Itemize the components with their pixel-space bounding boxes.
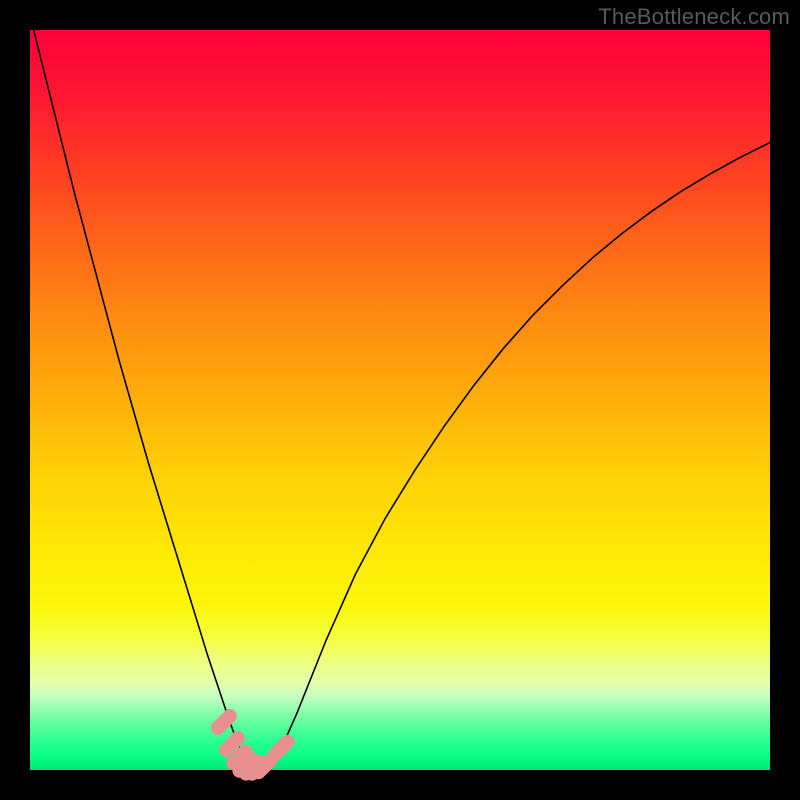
bottleneck-plot [30, 30, 770, 770]
curve-marker [276, 742, 288, 754]
marker-group [218, 716, 288, 774]
plot-svg [30, 30, 770, 770]
watermark-text: TheBottleneck.com [598, 4, 790, 30]
bottleneck-curve [30, 15, 770, 768]
curve-marker [218, 716, 230, 728]
chart-frame: TheBottleneck.com [0, 0, 800, 800]
curve-marker [259, 760, 271, 772]
curve-marker [226, 738, 238, 750]
